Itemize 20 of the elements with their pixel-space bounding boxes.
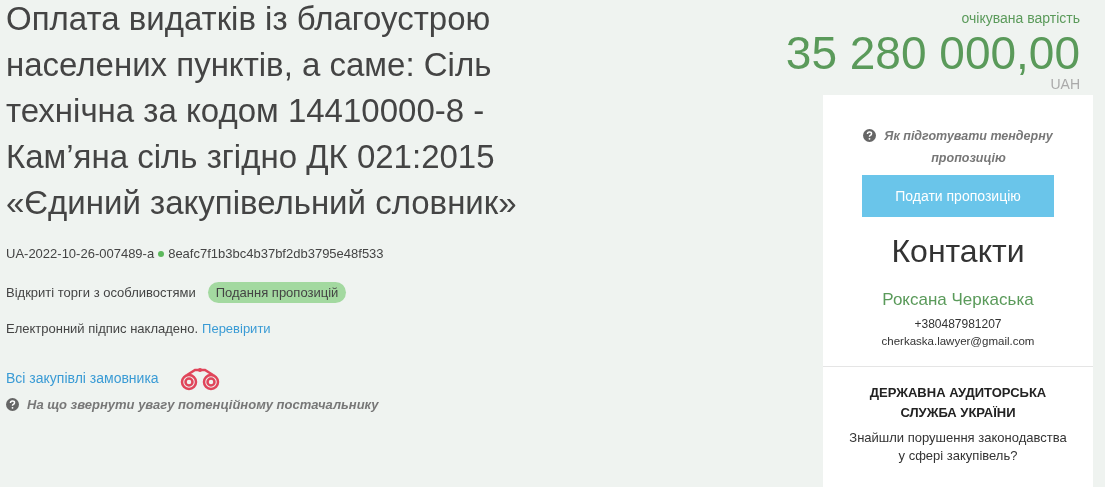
price-amount: 35 280 000,00 [785,29,1080,77]
status-badge: Подання пропозицій [207,281,347,303]
help-link[interactable]: Як підготувати тендерну пропозицію [884,125,1053,169]
verify-link[interactable]: Перевірити [202,319,271,339]
buyer-tenders-link[interactable]: Всі закупівлі замовника [6,368,159,389]
contact-phone: +380487981207 [914,315,1002,333]
contacts-heading: Контакти [891,232,1025,271]
tender-id: UA-2022-10-26-007489-a [6,245,155,263]
procedure-type: Відкриті торги з особливостями [6,283,196,302]
price-label: очікувана вартість [961,9,1080,28]
tender-hash: 8eafc7f1b3bc4b37bf2db3795e48f533 [168,245,384,263]
submit-bid-button[interactable]: Подати пропозицію [862,175,1054,217]
contact-name: Роксана Черкаська [882,289,1034,311]
tender-title: Оплата видатків із благоустрою населених пунктів, а саме: Сіль технічна за кодом 14410000-8 - Кам’яна сіль згідно ДК 021:2015 «Єдиний закупівельний словник» [6,0,518,223]
contact-email: cherkaska.lawyer@gmail.com [881,333,1035,349]
currency: UAH [1050,77,1080,91]
audit-title: ДЕРЖАВНА АУДИТОРСЬКА СЛУЖБА УКРАЇНИ [868,383,1048,422]
audit-question: Знайшли порушення законодавства у сфері закупівель? [848,428,1068,465]
supplier-hint[interactable]: На що звернути увагу потенційному постачальнику [27,394,379,414]
signature-text: Електронний підпис накладено. [6,320,199,338]
